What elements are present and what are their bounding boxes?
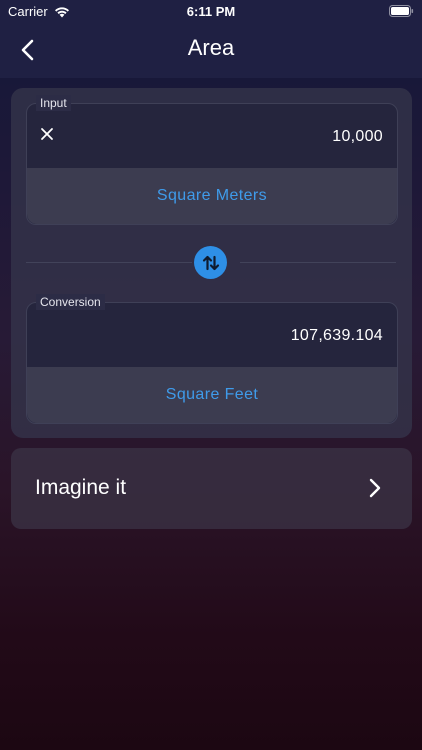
clear-icon[interactable] (39, 126, 55, 142)
conversion-field: Conversion 107,639.104 Square Feet (26, 294, 398, 424)
status-time: 6:11 PM (186, 4, 236, 19)
status-bar: Carrier 6:11 PM (0, 0, 422, 22)
divider-right (240, 262, 396, 263)
battery-icon (389, 5, 414, 17)
imagine-it-row[interactable]: Imagine it (11, 448, 412, 529)
swap-button[interactable] (194, 246, 227, 279)
conversion-label: Conversion (36, 294, 105, 310)
chevron-right-icon (369, 478, 381, 498)
divider-left (26, 262, 192, 263)
navigation-bar: Area (0, 22, 422, 78)
input-unit-button[interactable]: Square Meters (27, 168, 397, 224)
input-label: Input (36, 95, 71, 111)
conversion-unit-button[interactable]: Square Feet (27, 367, 397, 423)
swap-vertical-icon (202, 255, 219, 270)
imagine-it-label: Imagine it (35, 476, 127, 499)
input-field: Input 10,000 Square Meters (26, 95, 398, 225)
conversion-value: 107,639.104 (290, 327, 383, 344)
input-value[interactable]: 10,000 (332, 128, 383, 146)
page-title: Area (187, 35, 235, 60)
converter-card: Input 10,000 Square Meters Conversion 10… (11, 88, 412, 438)
